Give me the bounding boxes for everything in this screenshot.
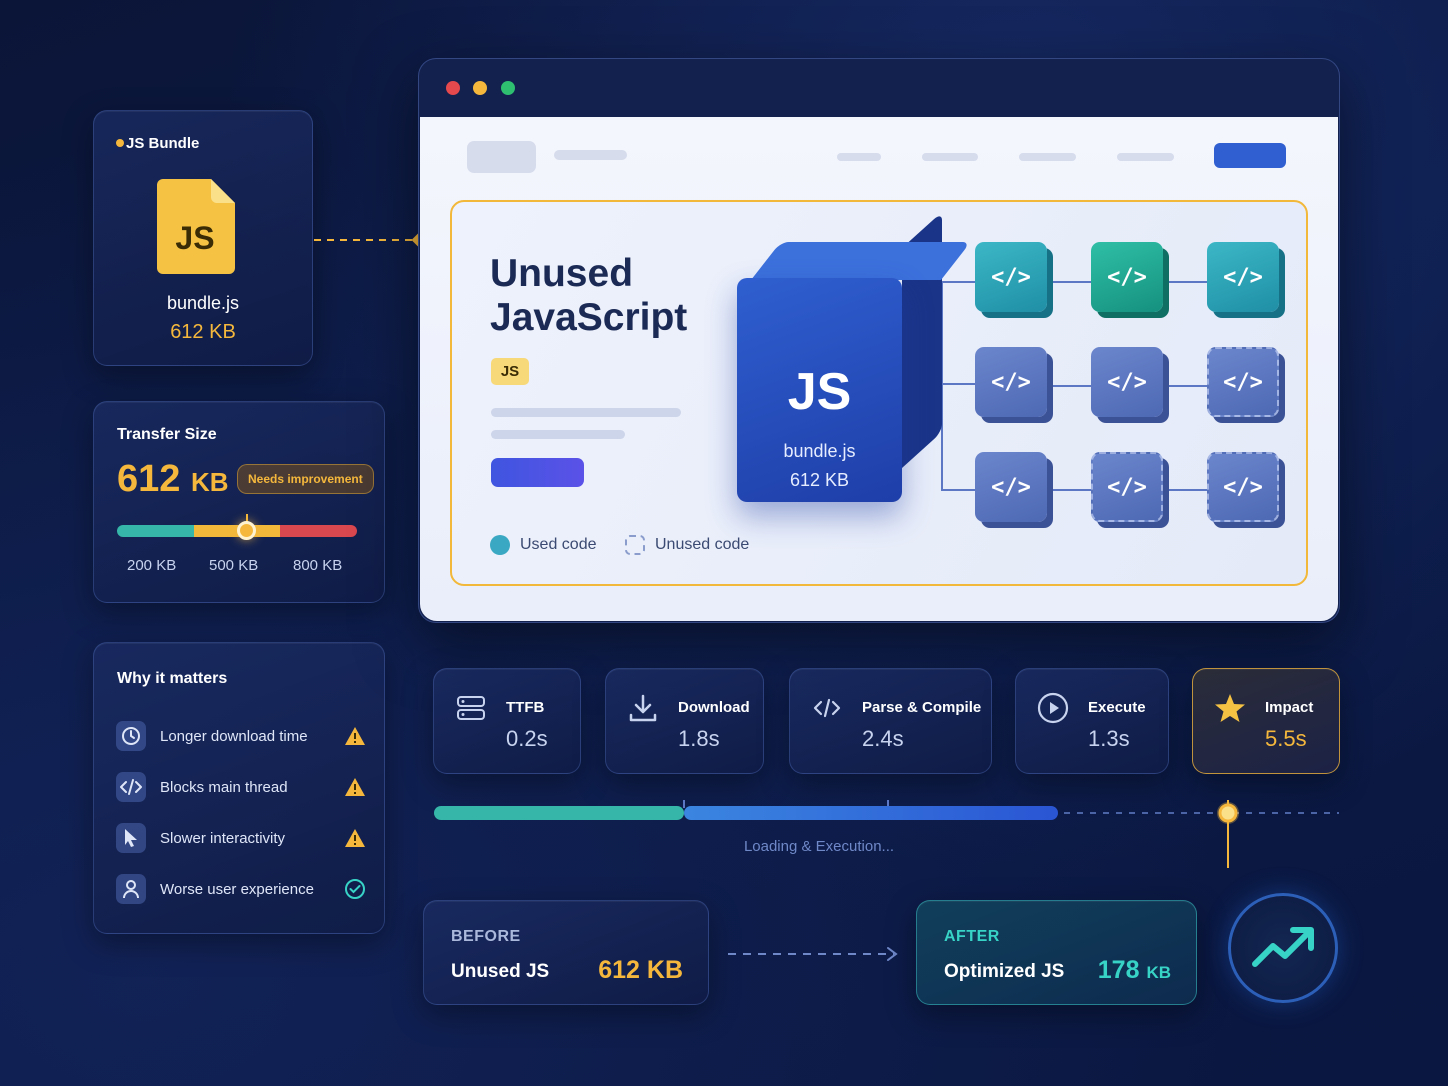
timeline-impact-marker xyxy=(1218,803,1238,823)
transfer-size-label: Transfer Size xyxy=(117,426,217,443)
loading-timeline xyxy=(434,800,1339,868)
before-value: 612 KB xyxy=(598,956,683,984)
skeleton-nav-link xyxy=(1019,153,1076,161)
metric-execute: Execute 1.3s xyxy=(1015,668,1169,774)
why-item-text: Blocks main thread xyxy=(160,778,288,796)
metric-value: 1.8s xyxy=(678,726,720,751)
why-item: Worse user experience xyxy=(116,873,366,905)
transfer-size-value: 612 KB xyxy=(117,458,229,500)
cube-file-size: 612 KB xyxy=(789,470,850,490)
skeleton-nav-link xyxy=(837,153,881,161)
code-icon xyxy=(810,691,844,725)
arrow-right-icon xyxy=(728,947,898,961)
maximize-dot[interactable] xyxy=(501,81,515,95)
code-icon xyxy=(116,772,146,802)
metric-value: 5.5s xyxy=(1265,726,1307,751)
cursor-icon xyxy=(116,823,146,853)
why-item-text: Worse user experience xyxy=(160,880,314,898)
bundle-file-size: 612 KB xyxy=(170,321,236,343)
js-bundle-card: JS Bundle JS bundle.js 612 KB xyxy=(93,110,313,366)
metric-name: Impact xyxy=(1265,699,1314,716)
before-name: Unused JS xyxy=(451,961,550,982)
scale-marker-knob xyxy=(237,521,256,540)
module-used: </> xyxy=(975,242,1047,312)
warning-icon xyxy=(344,776,366,798)
after-heading: AFTER xyxy=(944,928,1000,945)
why-item: Longer download time xyxy=(116,720,366,752)
cube-file-name: bundle.js xyxy=(783,441,856,461)
close-dot[interactable] xyxy=(446,81,460,95)
js-bundle-cube: JS bundle.js 612 KB xyxy=(737,211,971,502)
after-card: AFTER Optimized JS 178 KB xyxy=(916,900,1197,1005)
warning-icon xyxy=(344,827,366,849)
metric-impact: Impact 5.5s xyxy=(1192,668,1340,774)
metric-value: 1.3s xyxy=(1088,726,1130,751)
bundle-card-title: JS Bundle xyxy=(116,135,199,152)
transfer-size-card: Transfer Size 612 KB Needs improvement 2… xyxy=(93,401,385,603)
browser-window: Unused JavaScript JS Used code Unused cod… xyxy=(418,58,1340,623)
metric-value: 0.2s xyxy=(506,726,548,751)
server-icon xyxy=(454,691,488,725)
after-name: Optimized JS xyxy=(944,961,1065,982)
check-circle-icon xyxy=(344,878,366,900)
metric-name: Download xyxy=(678,699,750,716)
module-unused: </> xyxy=(975,452,1047,522)
file-icon-label: JS xyxy=(175,220,214,256)
module-unused: </> xyxy=(1207,452,1279,522)
why-card-title: Why it matters xyxy=(117,670,228,687)
timeline-caption: Loading & Execution... xyxy=(743,838,895,855)
metric-name: TTFB xyxy=(506,699,545,716)
why-item-text: Slower interactivity xyxy=(160,829,286,847)
timeline-segment-loading xyxy=(684,806,1058,820)
scale-tick-label: 200 KB xyxy=(127,557,177,574)
status-badge: Needs improvement xyxy=(237,464,374,494)
module-unused: </> xyxy=(1091,347,1163,417)
skeleton-logo xyxy=(467,141,536,173)
cube-label: JS xyxy=(787,363,852,421)
trending-up-icon xyxy=(1228,893,1338,1003)
skeleton-nav-link xyxy=(1117,153,1174,161)
scale-tick-label: 500 KB xyxy=(209,557,259,574)
metric-name: Parse & Compile xyxy=(862,699,982,716)
after-value: 178 KB xyxy=(1097,956,1171,984)
skeleton-brand xyxy=(554,150,627,160)
skeleton-nav-button[interactable] xyxy=(1214,143,1286,168)
metric-download: Download 1.8s xyxy=(605,668,764,774)
metric-parse-compile: Parse & Compile 2.4s xyxy=(789,668,992,774)
why-item: Slower interactivity xyxy=(116,822,366,854)
hero-panel: Unused JavaScript JS Used code Unused cod… xyxy=(450,200,1308,586)
user-icon xyxy=(116,874,146,904)
scale-tick-label: 800 KB xyxy=(293,557,343,574)
play-icon xyxy=(1036,691,1070,725)
scale-bad-segment xyxy=(280,525,357,537)
module-used: </> xyxy=(1207,242,1279,312)
why-item: Blocks main thread xyxy=(116,771,366,803)
metric-ttfb: TTFB 0.2s xyxy=(433,668,581,774)
scale-good-segment xyxy=(117,525,194,537)
browser-viewport: Unused JavaScript JS Used code Unused cod… xyxy=(420,117,1338,621)
module-unused: </> xyxy=(975,347,1047,417)
skeleton-nav-link xyxy=(922,153,978,161)
module-used: </> xyxy=(1091,242,1163,312)
warning-icon xyxy=(344,725,366,747)
minimize-dot[interactable] xyxy=(473,81,487,95)
why-item-text: Longer download time xyxy=(160,727,308,745)
before-card: BEFORE Unused JS 612 KB xyxy=(423,900,709,1005)
before-heading: BEFORE xyxy=(451,928,521,945)
module-unused: </> xyxy=(1207,347,1279,417)
metric-value: 2.4s xyxy=(862,726,904,751)
star-icon xyxy=(1213,691,1247,725)
js-file-icon: JS xyxy=(157,179,235,274)
bundle-file-name: bundle.js xyxy=(166,293,240,313)
clock-icon xyxy=(116,721,146,751)
module-unused: </> xyxy=(1091,452,1163,522)
download-icon xyxy=(626,691,660,725)
why-it-matters-card: Why it matters Longer download time Bloc… xyxy=(93,642,385,934)
timeline-segment-used xyxy=(434,806,684,820)
metric-name: Execute xyxy=(1088,699,1146,716)
